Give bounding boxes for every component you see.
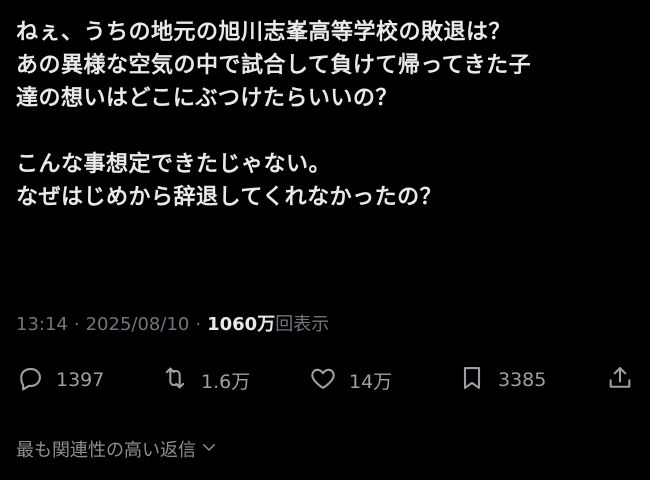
tweet-time[interactable]: 13:14 bbox=[16, 314, 68, 335]
tweet-line-3: 達の想いはどこにぶつけたらいいの？ bbox=[16, 86, 398, 111]
tweet-date[interactable]: 2025/08/10 bbox=[86, 314, 190, 335]
reply-button[interactable]: 1397 bbox=[16, 362, 104, 398]
meta-separator: · bbox=[73, 314, 80, 335]
like-button[interactable]: 14万 bbox=[309, 362, 392, 398]
views-count[interactable]: 1060万 bbox=[207, 310, 275, 336]
heart-icon bbox=[309, 364, 337, 397]
share-button[interactable] bbox=[606, 362, 634, 398]
reply-icon bbox=[16, 364, 44, 397]
replies-sort-label: 最も関連性の高い返信 bbox=[16, 440, 196, 461]
bookmark-count: 3385 bbox=[498, 369, 547, 391]
chevron-down-icon bbox=[196, 438, 218, 461]
replies-sort-dropdown[interactable]: 最も関連性の高い返信 bbox=[16, 436, 218, 462]
bookmark-button[interactable]: 3385 bbox=[458, 362, 546, 398]
like-count: 14万 bbox=[349, 370, 393, 393]
tweet-text: ねぇ、うちの地元の旭川志峯高等学校の敗退は？ あの異様な空気の中で試合して負けて… bbox=[16, 16, 636, 214]
tweet-line-5: こんな事想定できたじゃない。 bbox=[16, 152, 332, 177]
views-label: 回表示 bbox=[275, 314, 330, 335]
tweet-meta: 13:14 · 2025/08/10 · 1060万 回表示 bbox=[16, 310, 329, 336]
tweet-line-1: ねぇ、うちの地元の旭川志峯高等学校の敗退は？ bbox=[16, 20, 512, 45]
repost-button[interactable]: 1.6万 bbox=[161, 362, 250, 398]
bookmark-icon bbox=[458, 364, 486, 397]
meta-separator-2: · bbox=[195, 314, 202, 335]
tweet-line-2: あの異様な空気の中で試合して負けて帰ってきた子 bbox=[16, 53, 532, 78]
tweet-line-6: なぜはじめから辞退してくれなかったの？ bbox=[16, 185, 443, 210]
share-icon bbox=[606, 364, 634, 397]
repost-icon bbox=[161, 364, 189, 397]
tweet-actions: 1397 1.6万 14万 3385 bbox=[16, 362, 636, 398]
repost-count: 1.6万 bbox=[201, 370, 251, 393]
reply-count: 1397 bbox=[56, 369, 105, 391]
